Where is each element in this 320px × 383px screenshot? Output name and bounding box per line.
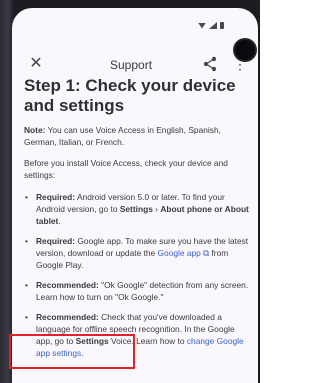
external-link-icon: ⧉: [200, 248, 210, 258]
list-item-android-version: Required: Android version 5.0 or later. …: [24, 191, 250, 227]
list-item-ok-google: Recommended: "Ok Google" detection from …: [24, 279, 250, 303]
status-bar: [12, 8, 258, 34]
phone-screen: ✕ Support ⋮ Step 1: Check your device an…: [12, 8, 258, 383]
required-label: Required:: [36, 236, 76, 246]
wifi-icon: [198, 22, 206, 29]
highlight-annotation-box: [9, 334, 135, 369]
sentence-end: .: [58, 216, 61, 226]
list-item-google-app: Required: Google app. To make sure you h…: [24, 235, 250, 271]
status-icons: [198, 22, 224, 29]
share-icon[interactable]: [202, 56, 218, 72]
note-paragraph: Note: You can use Voice Access in Englis…: [24, 124, 250, 148]
section-heading: Step 1: Check your device and settings: [24, 76, 236, 115]
required-label: Required:: [36, 192, 76, 202]
recommended-label: Recommended:: [36, 312, 99, 322]
close-icon[interactable]: ✕: [26, 54, 46, 74]
note-text: You can use Voice Access in English, Spa…: [24, 125, 221, 147]
battery-icon: [220, 22, 224, 29]
article-content: Step 1: Check your device and settings N…: [24, 76, 250, 367]
settings-text: Settings: [119, 204, 153, 214]
page-title: Support: [110, 58, 153, 72]
front-camera: [235, 40, 255, 60]
note-label: Note:: [24, 125, 46, 135]
google-app-link[interactable]: Google app: [158, 248, 201, 258]
phone-frame: ✕ Support ⋮ Step 1: Check your device an…: [0, 0, 260, 383]
intro-paragraph: Before you install Voice Access, check y…: [24, 158, 228, 180]
signal-icon: [209, 22, 217, 29]
recommended-label: Recommended:: [36, 280, 99, 290]
